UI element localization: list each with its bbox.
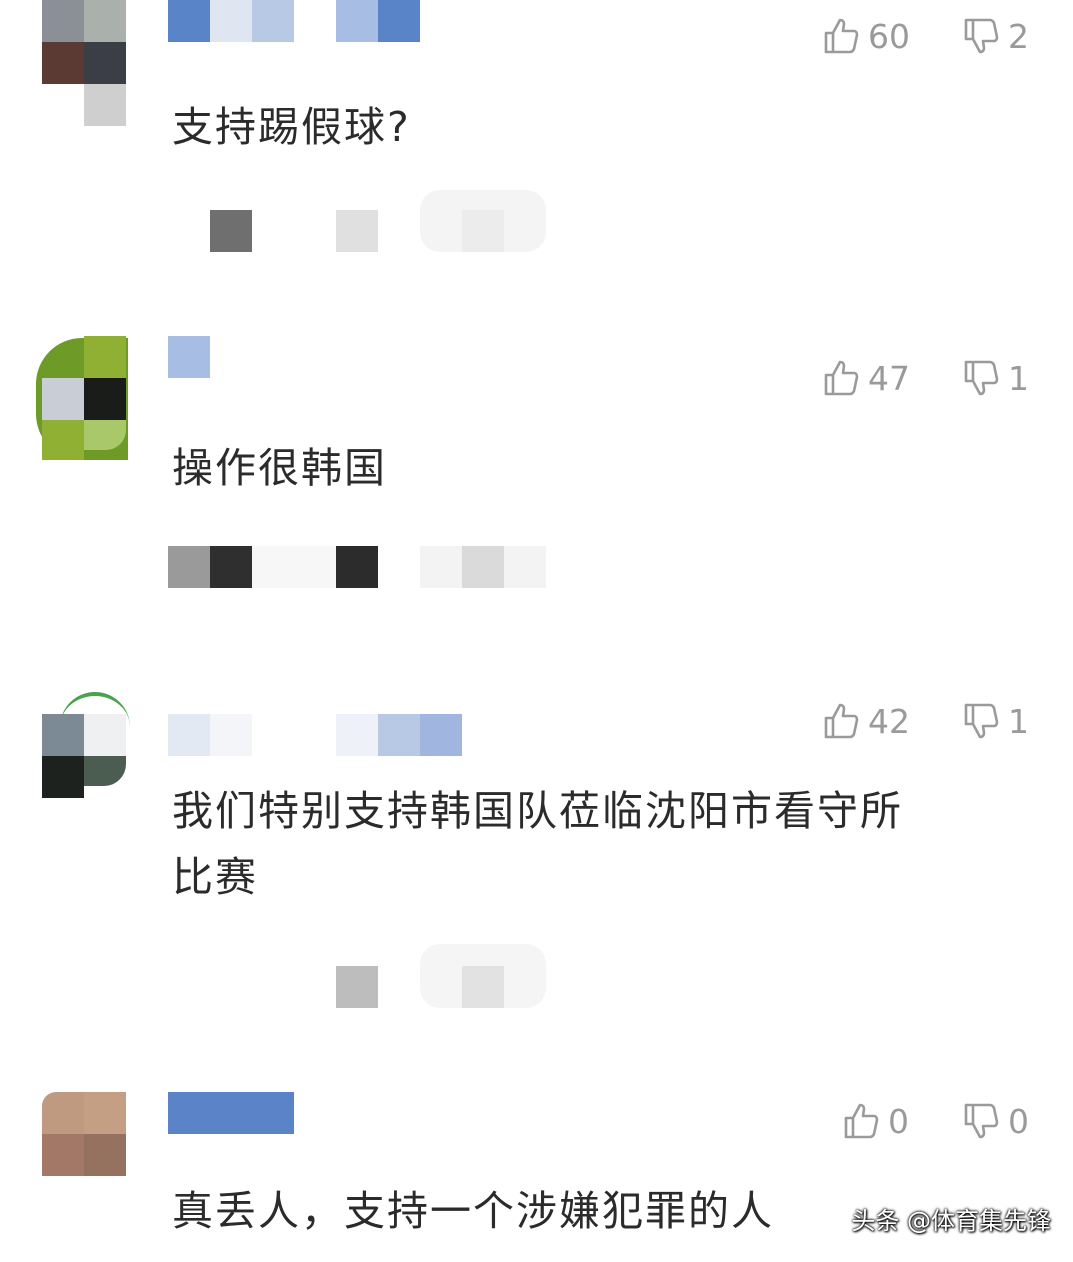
like-button[interactable]: 47 [822, 358, 910, 398]
like-count: 42 [868, 701, 910, 741]
comment-text: 支持踢假球? [172, 103, 411, 151]
thumbs-down-icon [964, 18, 999, 54]
dislike-button[interactable]: 2 [962, 16, 1029, 56]
like-button[interactable]: 42 [822, 701, 910, 741]
like-count: 0 [888, 1101, 909, 1141]
thumbs-up-icon [844, 1103, 879, 1139]
like-button[interactable]: 0 [842, 1101, 909, 1141]
dislike-button[interactable]: 0 [962, 1101, 1029, 1141]
comment-text: 操作很韩国 [172, 444, 387, 492]
like-button[interactable]: 60 [822, 16, 910, 56]
dislike-count: 1 [1008, 701, 1029, 741]
dislike-button[interactable]: 1 [962, 701, 1029, 741]
comment-text-line: 比赛 [172, 853, 258, 901]
like-count: 60 [868, 16, 910, 56]
dislike-count: 1 [1008, 358, 1029, 398]
dislike-count: 2 [1008, 16, 1029, 56]
comment-text-line: 我们特别支持韩国队莅临沈阳市看守所 [172, 787, 903, 835]
like-count: 47 [868, 358, 910, 398]
dislike-button[interactable]: 1 [962, 358, 1029, 398]
dislike-count: 0 [1008, 1101, 1029, 1141]
thumbs-up-icon [824, 18, 859, 54]
thumbs-down-icon [964, 703, 999, 739]
watermark: 头条 @体育集先锋 [851, 1207, 1051, 1235]
thumbs-up-icon [824, 703, 859, 739]
thumbs-down-icon [964, 1103, 999, 1139]
thumbs-down-icon [964, 360, 999, 396]
comment-text: 真丢人，支持一个涉嫌犯罪的人 [172, 1187, 774, 1235]
thumbs-up-icon [824, 360, 859, 396]
